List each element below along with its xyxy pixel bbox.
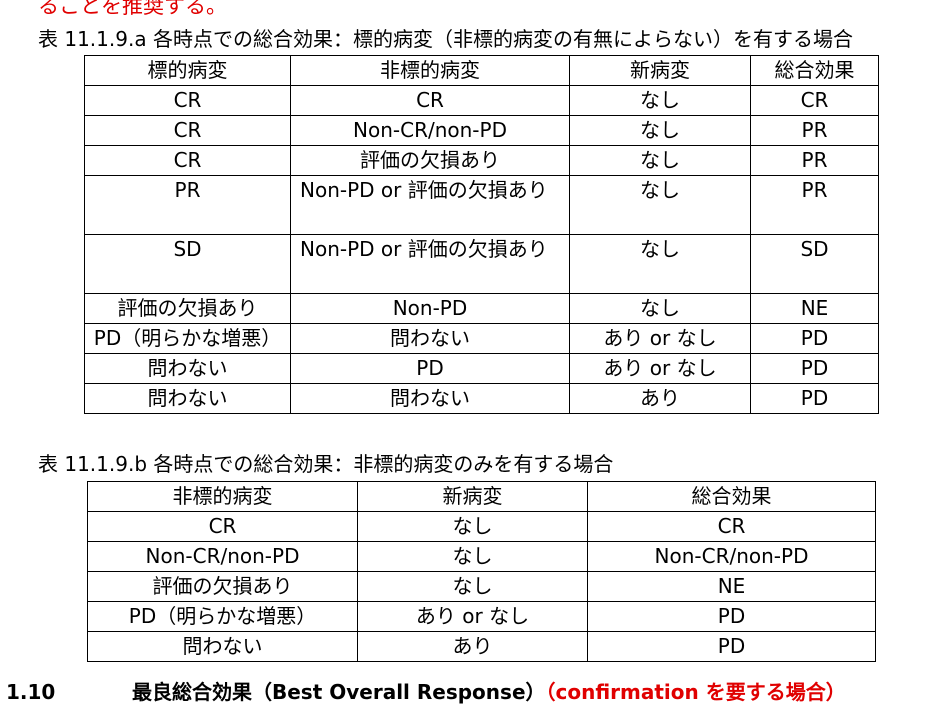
- column-header: 総合効果: [587, 481, 876, 512]
- table-b: 非標的病変 新病変 総合効果 CR なし CR Non-CR/non-PD なし…: [87, 481, 876, 662]
- column-header: 新病変: [569, 55, 751, 86]
- top-note: ることを推奨する。: [38, 0, 227, 18]
- cell: SD: [750, 234, 879, 294]
- cell: Non-CR/non-PD: [87, 541, 358, 572]
- cell: 問わない: [290, 383, 570, 414]
- cell: Non-CR/non-PD: [587, 541, 876, 572]
- cell: なし: [569, 145, 751, 176]
- column-header: 非標的病変: [290, 55, 570, 86]
- cell: NE: [587, 571, 876, 602]
- cell: 評価の欠損あり: [87, 571, 358, 602]
- cell: PD（明らかな増悪）: [84, 323, 291, 354]
- cell: Non-CR/non-PD: [290, 115, 570, 146]
- cell: CR: [87, 511, 358, 542]
- table-row: 問わない PD あり or なし PD: [84, 353, 879, 384]
- section-title: 最良総合効果（Best Overall Response）: [132, 680, 546, 704]
- section-note: （confirmation を要する場合）: [545, 680, 846, 704]
- table-b-caption: 表 11.1.9.b 各時点での総合効果：非標的病変のみを有する場合: [38, 452, 614, 476]
- cell: PD: [290, 353, 570, 384]
- cell: あり or なし: [569, 323, 751, 354]
- cell: PD: [587, 631, 876, 662]
- table-row: PR Non-PD or 評価の欠損あり なし PR: [84, 175, 879, 235]
- table-row: CR なし CR: [87, 511, 876, 542]
- table-row: CR 評価の欠損あり なし PR: [84, 145, 879, 176]
- cell-text: Non-PD or 評価の欠損あり: [300, 237, 548, 261]
- table-row: 問わない 問わない あり PD: [84, 383, 879, 414]
- cell: あり: [357, 631, 588, 662]
- column-header: 総合効果: [750, 55, 879, 86]
- table-a-caption: 表 11.1.9.a 各時点での総合効果：標的病変（非標的病変の有無によらない）…: [38, 27, 853, 51]
- table-row: SD Non-PD or 評価の欠損あり なし SD: [84, 234, 879, 294]
- cell: PD: [750, 383, 879, 414]
- cell: あり or なし: [357, 601, 588, 632]
- cell: CR: [290, 85, 570, 116]
- cell: なし: [569, 234, 751, 294]
- cell: PD: [750, 323, 879, 354]
- cell: あり: [569, 383, 751, 414]
- table-row: 評価の欠損あり Non-PD なし NE: [84, 293, 879, 324]
- cell: PR: [750, 175, 879, 235]
- cell: 問わない: [84, 383, 291, 414]
- cell: PR: [750, 145, 879, 176]
- table-row: PD（明らかな増悪） 問わない あり or なし PD: [84, 323, 879, 354]
- cell: なし: [569, 85, 751, 116]
- section-heading: 1.10 最良総合効果（Best Overall Response）（confir…: [6, 676, 846, 705]
- cell: CR: [84, 85, 291, 116]
- cell: NE: [750, 293, 879, 324]
- cell: PR: [750, 115, 879, 146]
- cell: CR: [587, 511, 876, 542]
- column-header: 新病変: [357, 481, 588, 512]
- cell: CR: [84, 145, 291, 176]
- cell: PD: [750, 353, 879, 384]
- table-row: 評価の欠損あり なし NE: [87, 571, 876, 602]
- cell: あり or なし: [569, 353, 751, 384]
- cell: PR: [84, 175, 291, 235]
- cell: Non-PD: [290, 293, 570, 324]
- cell: 問わない: [87, 631, 358, 662]
- table-row: Non-CR/non-PD なし Non-CR/non-PD: [87, 541, 876, 572]
- cell: なし: [569, 175, 751, 235]
- cell: なし: [569, 293, 751, 324]
- cell: なし: [357, 571, 588, 602]
- cell: 問わない: [290, 323, 570, 354]
- cell: 評価の欠損あり: [290, 145, 570, 176]
- cell: Non-PD or 評価の欠損あり: [290, 175, 570, 235]
- cell: 評価の欠損あり: [84, 293, 291, 324]
- table-row: CR CR なし CR: [84, 85, 879, 116]
- cell: なし: [569, 115, 751, 146]
- cell: CR: [750, 85, 879, 116]
- table-a: 標的病変 非標的病変 新病変 総合効果 CR CR なし CR CR Non-C…: [84, 55, 879, 414]
- column-header: 標的病変: [84, 55, 291, 86]
- column-header: 非標的病変: [87, 481, 358, 512]
- cell: 問わない: [84, 353, 291, 384]
- table-row: 問わない あり PD: [87, 631, 876, 662]
- cell-text: Non-PD or 評価の欠損あり: [300, 178, 548, 202]
- cell: Non-PD or 評価の欠損あり: [290, 234, 570, 294]
- table-row: CR Non-CR/non-PD なし PR: [84, 115, 879, 146]
- table-row: PD（明らかな増悪） あり or なし PD: [87, 601, 876, 632]
- cell: PD（明らかな増悪）: [87, 601, 358, 632]
- cell: なし: [357, 541, 588, 572]
- section-number: 1.10: [6, 680, 56, 704]
- cell: なし: [357, 511, 588, 542]
- cell: SD: [84, 234, 291, 294]
- cell: CR: [84, 115, 291, 146]
- cell: PD: [587, 601, 876, 632]
